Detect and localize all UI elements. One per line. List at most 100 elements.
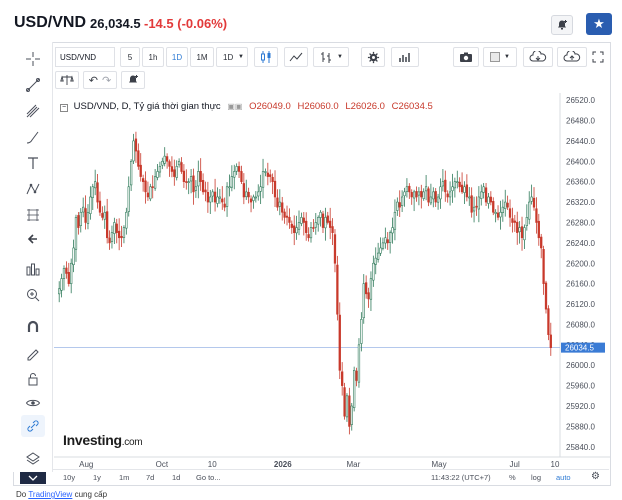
candle-body — [477, 196, 480, 210]
magnet-icon[interactable] — [21, 316, 45, 338]
crosshair-icon[interactable] — [21, 48, 45, 70]
price-chart[interactable]: 25840.025880.025920.025960.026000.026040… — [54, 93, 610, 469]
candle-body — [369, 278, 373, 300]
stay-in-drawing-icon[interactable] — [21, 342, 45, 364]
candle-body — [492, 201, 495, 213]
symbol-search-input[interactable]: USD/VND — [55, 47, 115, 67]
range-1m-button[interactable]: 1m — [119, 473, 129, 482]
candle-body — [249, 198, 253, 203]
candle-body — [329, 220, 332, 228]
color-dropdown[interactable]: ▼ — [483, 47, 517, 67]
candle-body — [175, 166, 178, 178]
watchlist-button[interactable]: ★ — [586, 13, 612, 35]
add-alert-button[interactable] — [551, 15, 573, 35]
cloud-upload-icon — [563, 51, 581, 62]
measure-icon[interactable] — [21, 204, 45, 226]
candle-body — [230, 176, 233, 188]
gear-icon[interactable]: ⚙ — [591, 471, 600, 482]
redo-icon[interactable]: ↷ — [102, 74, 111, 87]
candles-icon — [261, 51, 271, 63]
candle-body — [317, 217, 320, 225]
candle-body — [137, 150, 140, 167]
legend-collapse-icon[interactable]: − — [60, 104, 68, 112]
compare-button[interactable] — [55, 71, 79, 89]
undo-icon[interactable]: ↶ — [89, 74, 98, 87]
color-swatch-icon — [490, 52, 501, 62]
candles-style-button[interactable] — [254, 47, 278, 67]
range-1y-button[interactable]: 1y — [93, 473, 101, 482]
y-tick-label: 25920.0 — [566, 402, 595, 411]
interval-1d-button[interactable]: 1D — [166, 47, 188, 67]
candle-body — [187, 181, 190, 183]
percent-toggle[interactable]: % — [509, 473, 516, 482]
candle-body — [118, 230, 121, 239]
candle-body — [94, 181, 97, 189]
log-toggle[interactable]: log — [531, 473, 541, 482]
candle-body — [518, 227, 521, 233]
pitchfork-icon[interactable] — [21, 100, 45, 122]
candle-body — [82, 206, 85, 213]
indicators-button[interactable] — [391, 47, 419, 67]
indicators-icon[interactable] — [21, 258, 45, 280]
candle-body — [141, 178, 145, 182]
candle-body — [441, 181, 445, 187]
y-tick-label: 26400.0 — [566, 157, 595, 166]
tradingview-link[interactable]: TradingView — [28, 490, 72, 499]
eye-icon[interactable] — [21, 392, 45, 414]
candle-body — [285, 215, 289, 218]
candle-body — [496, 212, 500, 218]
star-icon: ★ — [593, 16, 605, 31]
range-10y-button[interactable]: 10y — [63, 473, 75, 482]
brush-icon[interactable] — [21, 126, 45, 148]
legend-settings-icon[interactable]: ▣▣ — [227, 102, 242, 111]
candle-body — [341, 371, 344, 386]
candle-body — [180, 162, 183, 172]
save-layout-button[interactable] — [557, 47, 587, 67]
candle-body — [221, 198, 224, 203]
candle-body — [427, 188, 430, 203]
load-layout-button[interactable] — [523, 47, 553, 67]
collapse-toolbar-button[interactable] — [20, 472, 46, 484]
interval-1m-button[interactable]: 1M — [190, 47, 214, 67]
trend-line-icon[interactable] — [21, 74, 45, 96]
candle-body — [446, 193, 449, 198]
candle-body — [333, 234, 337, 264]
pattern-icon[interactable] — [21, 178, 45, 200]
candle-body — [72, 247, 75, 265]
candle-body — [420, 191, 423, 198]
range-1d-button[interactable]: 1d — [172, 473, 180, 482]
candle-body — [528, 201, 531, 220]
fullscreen-button[interactable] — [589, 47, 607, 67]
settings-button[interactable] — [361, 47, 385, 67]
layers-icon[interactable] — [21, 448, 45, 470]
range-7d-button[interactable]: 7d — [146, 473, 154, 482]
candle-body — [475, 205, 478, 208]
candle-body — [451, 186, 454, 192]
lock-icon[interactable] — [21, 368, 45, 390]
candle-body — [213, 191, 217, 203]
alert-button[interactable] — [121, 71, 145, 89]
interval-1h-button[interactable]: 1h — [142, 47, 164, 67]
candle-body — [254, 196, 257, 199]
candle-body — [67, 272, 70, 284]
candle-body — [149, 186, 152, 200]
back-arrow-icon[interactable] — [21, 228, 45, 250]
y-tick-label: 26120.0 — [566, 300, 595, 309]
auto-toggle[interactable]: auto — [556, 473, 571, 482]
link-icon[interactable] — [21, 415, 45, 437]
x-tick-label: 2026 — [274, 460, 292, 469]
zoom-icon[interactable] — [21, 284, 45, 306]
goto-button[interactable]: Go to... — [196, 473, 221, 482]
interval-dropdown[interactable]: 1D ▼ — [216, 47, 248, 67]
candle-body — [396, 201, 399, 211]
price-change: -14.5 (-0.06%) — [144, 16, 228, 31]
interval-5-button[interactable]: 5 — [120, 47, 140, 67]
bars-style-dropdown[interactable]: ▼ — [313, 47, 349, 67]
candle-body — [453, 181, 457, 189]
text-icon[interactable] — [21, 152, 45, 174]
candle-body — [386, 239, 389, 244]
candle-body — [499, 211, 502, 218]
line-style-button[interactable] — [284, 47, 308, 67]
x-tick-label: May — [431, 460, 446, 469]
snapshot-button[interactable] — [453, 47, 479, 67]
